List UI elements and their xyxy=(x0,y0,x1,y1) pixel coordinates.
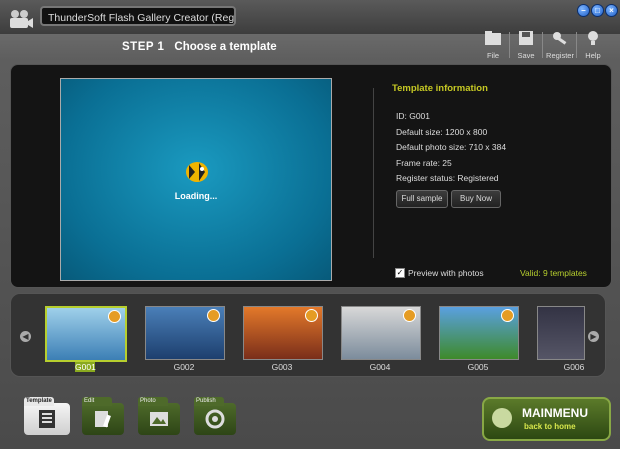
buy-now-button[interactable]: Buy Now xyxy=(451,190,501,208)
frame-rate: Frame rate: 25 xyxy=(396,158,452,168)
valid-templates-count: Valid: 9 templates xyxy=(520,268,587,278)
help-label: Help xyxy=(585,51,601,60)
lock-badge-icon xyxy=(207,309,220,322)
template-preview: Loading... xyxy=(60,78,332,281)
nav-photo-label: Photo xyxy=(138,397,168,406)
minimize-button[interactable]: – xyxy=(577,4,590,17)
photo-icon xyxy=(150,412,168,426)
home-arrow-icon xyxy=(492,408,512,428)
scroll-left-arrow-icon[interactable]: ◀ xyxy=(20,331,31,342)
lock-badge-icon xyxy=(501,309,514,322)
template-label-g002: G002 xyxy=(173,362,195,372)
step-label: STEP 1 xyxy=(122,41,165,53)
file-icon xyxy=(485,31,501,45)
nav-publish[interactable]: Publish xyxy=(194,397,236,435)
full-sample-button[interactable]: Full sample xyxy=(396,190,448,208)
nav-edit[interactable]: Edit xyxy=(82,397,124,435)
template-label-g003: G003 xyxy=(271,362,293,372)
template-icon xyxy=(39,410,55,428)
save-label: Save xyxy=(517,51,535,60)
template-label-g004: G004 xyxy=(369,362,391,372)
save-icon xyxy=(519,31,533,45)
register-icon xyxy=(553,32,567,45)
toolbar-divider xyxy=(509,32,510,58)
template-thumb-g003[interactable] xyxy=(243,306,323,360)
step-title: Choose a template xyxy=(174,41,277,53)
register-label: Register xyxy=(546,51,574,60)
lock-badge-icon xyxy=(108,310,121,323)
lock-badge-icon xyxy=(403,309,416,322)
template-info-title: Template information xyxy=(392,83,488,94)
template-label-g005: G005 xyxy=(467,362,489,372)
mainmenu-button[interactable]: MAINMENU back to home xyxy=(482,397,611,441)
toolbar-divider xyxy=(576,32,577,58)
template-thumb-g002[interactable] xyxy=(145,306,225,360)
loading-text: Loading... xyxy=(174,191,218,201)
nav-edit-label: Edit xyxy=(82,397,112,406)
template-id: ID: G001 xyxy=(396,111,431,121)
nav-template[interactable]: Template xyxy=(24,397,70,435)
window-title: ThunderSoft Flash Gallery Creator (Regis… xyxy=(40,6,236,26)
save-button[interactable]: Save xyxy=(511,30,541,60)
toolbar-divider xyxy=(542,32,543,58)
edit-icon xyxy=(95,411,111,428)
preview-with-photos-label: Preview with photos xyxy=(408,268,484,278)
preview-with-photos-checkbox[interactable]: ✓ xyxy=(395,268,405,278)
publish-icon xyxy=(205,409,225,429)
help-button[interactable]: Help xyxy=(578,30,608,60)
register-button[interactable]: Register xyxy=(545,30,575,60)
register-status: Register status: Registered xyxy=(396,173,499,183)
default-size: Default size: 1200 x 800 xyxy=(396,127,488,137)
lock-badge-icon xyxy=(305,309,318,322)
template-label-g001: G001 xyxy=(75,362,96,372)
loading-fish-icon xyxy=(186,162,208,182)
app-window: ThunderSoft Flash Gallery Creator (Regis… xyxy=(0,0,620,449)
step-header: STEP 1 Choose a template xyxy=(122,41,277,53)
template-thumb-g005[interactable] xyxy=(439,306,519,360)
template-label-g006: G006 xyxy=(563,362,585,372)
template-thumb-g004[interactable] xyxy=(341,306,421,360)
file-button[interactable]: File xyxy=(478,30,508,60)
nav-photo[interactable]: Photo xyxy=(138,397,180,435)
close-button[interactable]: × xyxy=(605,4,618,17)
maximize-button[interactable]: □ xyxy=(591,4,604,17)
mainmenu-title: MAINMENU xyxy=(522,406,588,420)
help-icon xyxy=(588,31,598,45)
nav-template-label: Template xyxy=(24,397,54,406)
nav-publish-label: Publish xyxy=(194,397,224,406)
file-label: File xyxy=(486,51,500,60)
default-photo-size: Default photo size: 710 x 384 xyxy=(396,142,507,152)
scroll-right-arrow-icon[interactable]: ▶ xyxy=(588,331,599,342)
panel-divider xyxy=(373,88,374,258)
template-thumb-g006[interactable] xyxy=(537,306,585,360)
mainmenu-subtitle: back to home xyxy=(524,422,576,431)
title-bar: ThunderSoft Flash Gallery Creator (Regis… xyxy=(0,0,620,34)
template-thumb-g001[interactable] xyxy=(45,306,127,362)
camera-icon xyxy=(10,10,33,28)
